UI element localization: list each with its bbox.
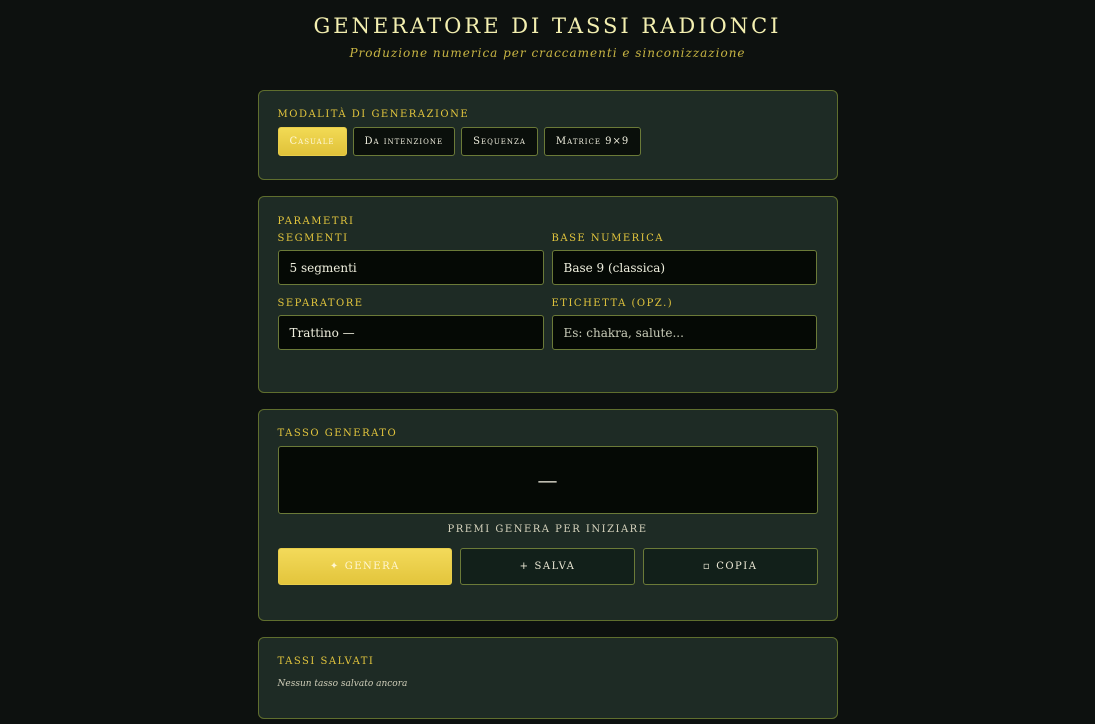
- mode-button-matrice[interactable]: Matrice 9×9: [543, 127, 642, 156]
- generate-button-label: Genera: [344, 561, 400, 572]
- save-button[interactable]: + Salva: [460, 548, 635, 585]
- base-field: Base numerica Base 9 (classica): [551, 233, 817, 285]
- result-card: Tasso generato — Premi GENERA per inizia…: [257, 409, 838, 621]
- mode-button-sequenza[interactable]: Sequenza: [461, 127, 538, 156]
- mode-button-da-intenzione[interactable]: Da intenzione: [352, 127, 456, 156]
- saved-card: Tassi salvati Nessun tasso salvato ancor…: [257, 637, 838, 719]
- params-card: Parametri Segmenti 5 segmenti Base numer…: [257, 196, 838, 393]
- separator-field: Separatore Trattino —: [277, 298, 544, 350]
- params-grid: Segmenti 5 segmenti Base numerica Base 9…: [277, 233, 818, 350]
- mode-button-group: Casuale Da intenzione Sequenza Matrice 9…: [277, 127, 818, 156]
- mode-button-casuale[interactable]: Casuale: [277, 127, 347, 156]
- tag-field: Etichetta (opz.): [551, 298, 817, 350]
- mode-label: Modalità di generazione: [277, 109, 470, 120]
- copy-button[interactable]: ▫ Copia: [642, 548, 818, 585]
- mode-card: Modalità di generazione Casuale Da inten…: [257, 90, 838, 180]
- saved-empty-note: Nessun tasso salvato ancora: [277, 679, 408, 689]
- page-title: Generatore di Tassi Radionci: [313, 14, 782, 38]
- page-subtitle: Produzione numerica per craccamenti e si…: [349, 46, 746, 60]
- segments-label: Segmenti: [277, 233, 349, 244]
- generate-hint: Premi GENERA per iniziare: [447, 524, 648, 535]
- params-label: Parametri: [277, 216, 355, 227]
- base-select[interactable]: Base 9 (classica): [551, 250, 817, 285]
- separator-label: Separatore: [277, 298, 364, 309]
- copy-button-label: Copia: [716, 561, 758, 572]
- save-button-label: Salva: [534, 561, 576, 572]
- action-buttons: ✦ Genera + Salva ▫ Copia: [277, 548, 818, 585]
- segments-select[interactable]: 5 segmenti: [277, 250, 544, 285]
- generated-rate-display: —: [277, 446, 818, 514]
- tag-input[interactable]: [551, 315, 817, 350]
- sparkle-icon: ✦: [329, 561, 340, 572]
- result-label: Tasso generato: [277, 428, 398, 439]
- segments-field: Segmenti 5 segmenti: [277, 233, 544, 285]
- tag-label: Etichetta (opz.): [551, 298, 674, 309]
- plus-icon: +: [519, 561, 530, 572]
- copy-icon: ▫: [702, 561, 712, 572]
- separator-select[interactable]: Trattino —: [277, 315, 544, 350]
- base-label: Base numerica: [551, 233, 664, 244]
- saved-label: Tassi salvati: [277, 656, 375, 667]
- app-container: Generatore di Tassi Radionci Produzione …: [257, 0, 838, 719]
- generate-button[interactable]: ✦ Genera: [277, 548, 453, 585]
